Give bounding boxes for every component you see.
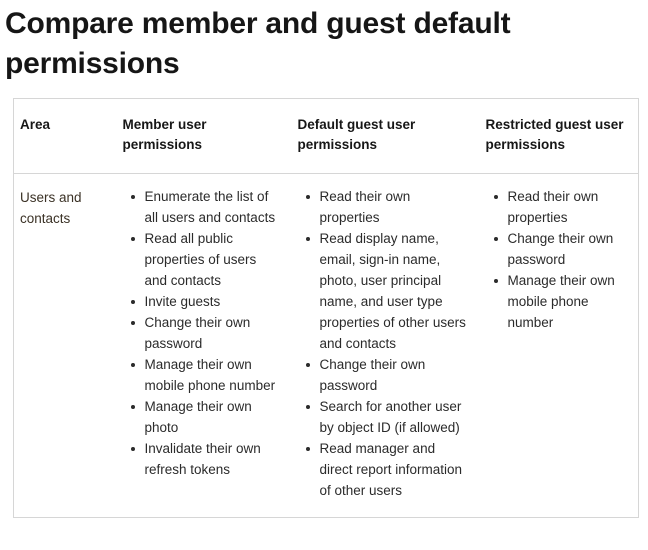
permission-list-item: Invalidate their own refresh tokens [130,438,279,480]
cell-default-guest-permissions: Read their own properties Read display na… [292,173,481,518]
permission-list-item: Change their own password [305,354,467,396]
permission-list-item: Read their own properties [305,186,467,228]
table-row: Users and contacts Enumerate the list of… [13,173,639,518]
column-header-default-guest-user-permissions: Default guest user permissions [292,98,481,174]
permission-list-item: Read all public properties of users and … [130,228,279,291]
column-header-restricted-guest-user-permissions: Restricted guest user permissions [480,98,639,174]
table-header-row: Area Member user permissions Default gue… [13,98,639,174]
restricted-guest-permissions-list: Read their own properties Change their ow… [486,186,631,333]
permission-list-item: Manage their own mobile phone number [130,354,279,396]
permission-list-item: Search for another user by object ID (if… [305,396,467,438]
member-permissions-list: Enumerate the list of all users and cont… [123,186,279,480]
permission-list-item: Read their own properties [493,186,631,228]
cell-restricted-guest-permissions: Read their own properties Change their ow… [480,173,639,518]
permission-list-item: Change their own password [130,312,279,354]
permission-list-item: Read manager and direct report informati… [305,438,467,501]
table-body: Users and contacts Enumerate the list of… [13,173,639,518]
permissions-comparison-table: Area Member user permissions Default gue… [13,98,639,518]
permission-list-item: Enumerate the list of all users and cont… [130,186,279,228]
document-page: Compare member and guest default permiss… [0,0,648,550]
cell-area: Users and contacts [13,173,118,518]
page-title: Compare member and guest default permiss… [5,7,511,80]
permissions-table-container: Area Member user permissions Default gue… [0,84,648,518]
column-header-area: Area [13,98,118,174]
permission-list-item: Change their own password [493,228,631,270]
column-header-member-user-permissions: Member user permissions [117,98,293,174]
default-guest-permissions-list: Read their own properties Read display na… [298,186,467,501]
cell-member-permissions: Enumerate the list of all users and cont… [117,173,293,518]
permission-list-item: Read display name, email, sign-in name, … [305,228,467,354]
permission-list-item: Invite guests [130,291,279,312]
permission-list-item: Manage their own mobile phone number [493,270,631,333]
area-label: Users and contacts [20,190,82,226]
permission-list-item: Manage their own photo [130,396,279,438]
table-header: Area Member user permissions Default gue… [13,98,639,174]
